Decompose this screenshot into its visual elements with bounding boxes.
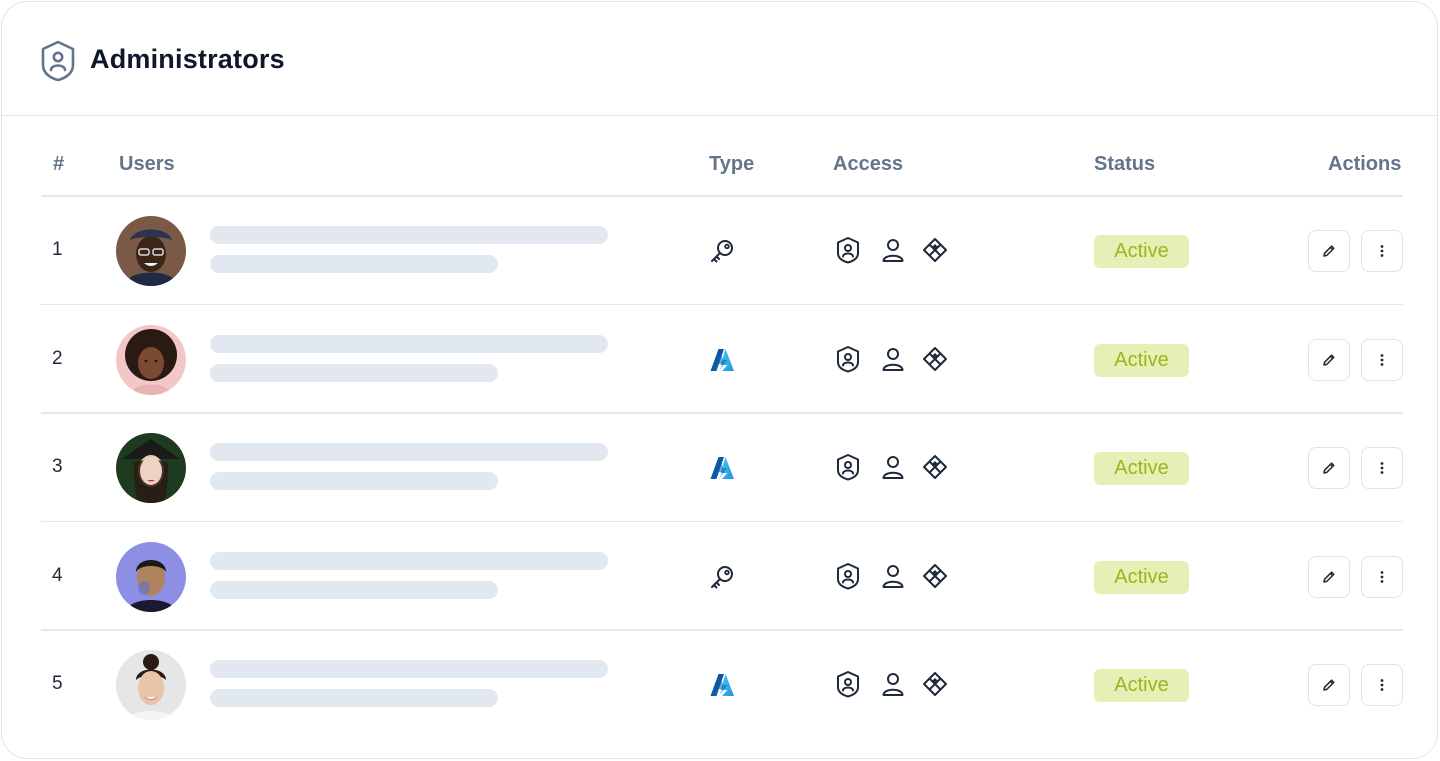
status-badge: Active xyxy=(1094,343,1189,377)
user-icon xyxy=(880,453,906,481)
more-options-button[interactable] xyxy=(1361,664,1403,706)
user-email-placeholder xyxy=(210,689,498,707)
edit-button[interactable] xyxy=(1308,447,1350,489)
pencil-icon xyxy=(1322,353,1336,367)
pencil-icon xyxy=(1322,570,1336,584)
more-vertical-icon xyxy=(1379,678,1385,692)
avatar xyxy=(116,650,186,720)
administrators-card: Administrators # Users Type Access Statu… xyxy=(1,1,1438,759)
pencil-icon xyxy=(1322,244,1336,258)
user-icon xyxy=(880,670,906,698)
more-vertical-icon xyxy=(1379,244,1385,258)
col-header-actions: Actions xyxy=(1328,153,1402,175)
diamond-grid-icon xyxy=(922,670,948,698)
row-number: 1 xyxy=(52,239,63,260)
page-title: Administrators xyxy=(90,44,285,74)
user-email-placeholder xyxy=(210,363,498,382)
row-number: 4 xyxy=(52,564,63,586)
diamond-grid-icon xyxy=(922,562,948,590)
row-number: 2 xyxy=(52,347,63,369)
azure-icon xyxy=(708,454,736,482)
col-header-access: Access xyxy=(833,153,904,175)
user-name-placeholder xyxy=(210,334,608,353)
table-header: # Users Type Access Status Actions xyxy=(2,116,1437,197)
more-options-button[interactable] xyxy=(1361,555,1403,598)
card-header: Administrators xyxy=(2,2,1437,116)
shield-user-icon xyxy=(835,236,861,264)
avatar xyxy=(116,541,186,612)
key-icon xyxy=(708,563,736,591)
col-header-number: # xyxy=(53,153,65,175)
diamond-grid-icon xyxy=(922,236,948,264)
status-badge: Active xyxy=(1094,452,1189,485)
shield-user-icon xyxy=(835,670,861,698)
more-vertical-icon xyxy=(1379,570,1385,584)
user-name-placeholder xyxy=(210,660,608,678)
more-options-button[interactable] xyxy=(1361,338,1403,381)
azure-icon xyxy=(708,346,736,374)
more-options-button[interactable] xyxy=(1361,447,1403,489)
user-email-placeholder xyxy=(210,580,498,599)
status-badge: Active xyxy=(1094,235,1189,268)
more-vertical-icon xyxy=(1379,461,1385,475)
status-badge: Active xyxy=(1094,560,1189,594)
more-options-button[interactable] xyxy=(1361,230,1403,272)
user-email-placeholder xyxy=(210,472,498,490)
edit-button[interactable] xyxy=(1308,555,1350,598)
edit-button[interactable] xyxy=(1308,338,1350,381)
row-number: 3 xyxy=(52,456,63,477)
avatar xyxy=(116,324,186,395)
avatar xyxy=(116,216,186,286)
table-row: 2 Active xyxy=(2,306,1437,414)
shield-user-icon xyxy=(835,345,861,373)
user-email-placeholder xyxy=(210,255,498,273)
edit-button[interactable] xyxy=(1308,664,1350,706)
diamond-grid-icon xyxy=(922,345,948,373)
pencil-icon xyxy=(1322,461,1336,475)
user-name-placeholder xyxy=(210,551,608,570)
diamond-grid-icon xyxy=(922,453,948,481)
user-icon xyxy=(880,236,906,264)
edit-button[interactable] xyxy=(1308,230,1350,272)
col-header-status: Status xyxy=(1094,153,1156,175)
azure-icon xyxy=(708,671,736,699)
table-row: 5 Active xyxy=(2,631,1437,739)
avatar xyxy=(116,433,186,503)
shield-user-icon xyxy=(835,562,861,590)
user-icon xyxy=(880,562,906,590)
key-icon xyxy=(708,237,736,265)
table-row: 1 Active xyxy=(2,197,1437,305)
col-header-type: Type xyxy=(709,153,755,175)
more-vertical-icon xyxy=(1379,353,1385,367)
pencil-icon xyxy=(1322,678,1336,692)
row-number: 5 xyxy=(52,673,63,694)
shield-user-icon xyxy=(835,453,861,481)
status-badge: Active xyxy=(1094,669,1189,702)
table-row: 4 Active xyxy=(2,523,1437,631)
user-name-placeholder xyxy=(210,443,608,461)
col-header-users: Users xyxy=(119,153,175,175)
shield-user-icon xyxy=(41,40,75,82)
user-icon xyxy=(880,345,906,373)
table-row: 3 Active xyxy=(2,414,1437,522)
user-name-placeholder xyxy=(210,226,608,244)
